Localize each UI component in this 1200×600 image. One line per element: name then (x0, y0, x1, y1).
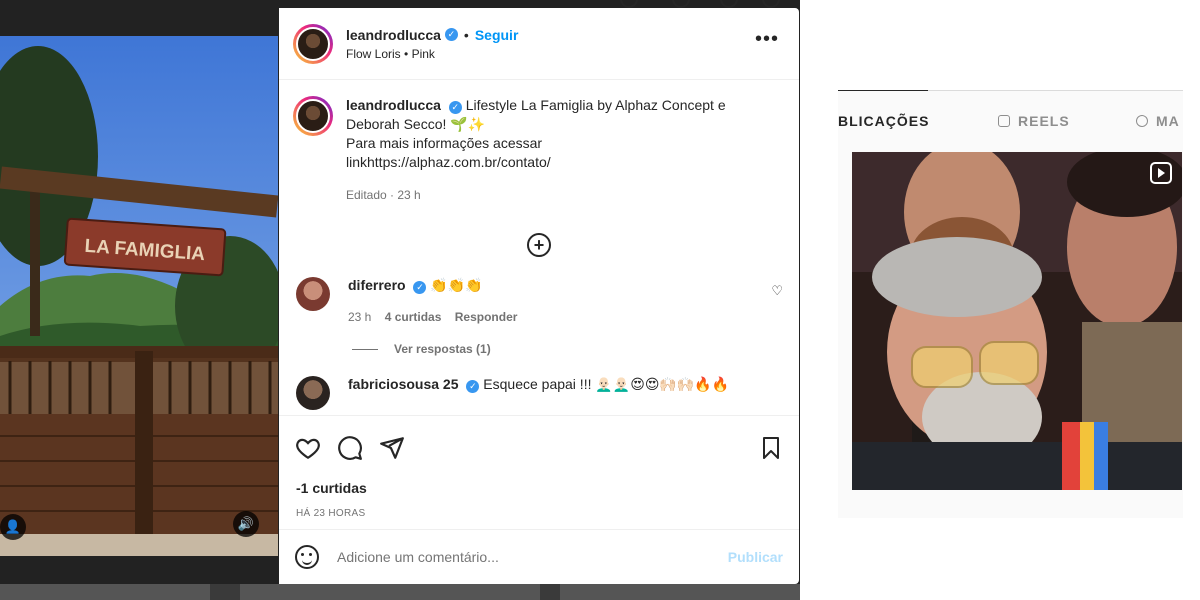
tagged-icon (1136, 115, 1148, 127)
comment-time[interactable]: 23 h (348, 310, 371, 324)
comment-text: Esquece papai !!! 👨🏻‍🦲👨🏻‍🦲😍😍🙌🏻🙌🏻🔥🔥 (483, 376, 730, 392)
caption-avatar[interactable] (293, 96, 333, 136)
tab-label: BLICAÇÕES (838, 113, 930, 129)
audio-artist[interactable]: Pink (412, 47, 435, 61)
caption-username[interactable]: leandrodlucca (346, 97, 441, 113)
reply-button[interactable]: Responder (455, 310, 518, 324)
comment-input[interactable] (337, 549, 728, 565)
caption-meta: Editado · 23 h (346, 188, 421, 202)
verified-icon: ✓ (448, 101, 462, 114)
audio-separator: • (404, 46, 409, 61)
likes-count[interactable]: -1 curtidas (279, 470, 799, 496)
load-more-comments-icon[interactable]: + (527, 233, 551, 257)
audio-title[interactable]: Flow Loris (346, 47, 401, 61)
post-modal: leandrodlucca ✓ • Seguir Flow Loris • Pi… (279, 8, 799, 584)
comment-username[interactable]: fabriciosousa 25 (348, 376, 459, 392)
post-username[interactable]: leandrodlucca (346, 27, 441, 43)
follow-button[interactable]: Seguir (475, 27, 519, 43)
comment-item: fabriciosousa 25 ✓ Esquece papai !!! 👨🏻‍… (279, 376, 799, 410)
comment-likes[interactable]: 4 curtidas (385, 310, 442, 324)
reel-play-icon (1150, 162, 1172, 184)
tab-label: REELS (1018, 113, 1070, 129)
tab-reels[interactable]: REELS (998, 113, 1070, 129)
verified-icon: ✓ (444, 28, 458, 41)
comment-icon[interactable] (337, 435, 363, 466)
active-tab-indicator (838, 90, 928, 91)
like-heart-icon[interactable] (295, 435, 321, 466)
post-actions: -1 curtidas HÁ 23 HORAS (279, 415, 799, 529)
tab-publicacoes[interactable]: BLICAÇÕES (838, 113, 929, 129)
reels-icon (998, 115, 1010, 127)
save-bookmark-icon[interactable] (759, 435, 783, 466)
share-send-icon[interactable] (379, 435, 405, 466)
post-caption: leandrodlucca ✓ Lifestyle La Famiglia by… (279, 80, 799, 205)
tagged-user-icon[interactable]: 👤 (0, 514, 26, 540)
post-timestamp[interactable]: HÁ 23 HORAS (279, 496, 799, 519)
caption-line-2: Para mais informações acessar (346, 135, 543, 151)
post-photo[interactable]: LA FAMIGLIA 👤 🔊 (0, 36, 278, 556)
verified-icon: ✓ (413, 281, 427, 294)
audio-toggle-icon[interactable]: 🔊 (233, 511, 259, 537)
backdrop-thumbnails (0, 584, 800, 600)
audio-info[interactable]: Flow Loris • Pink (346, 47, 518, 61)
comments-section[interactable]: leandrodlucca ✓ Lifestyle La Famiglia by… (279, 80, 799, 415)
avatar[interactable] (293, 23, 333, 64)
caption-link[interactable]: linkhttps://alphaz.com.br/contato/ (346, 153, 766, 172)
publish-button[interactable]: Publicar (728, 549, 783, 565)
comment-item: diferrero ✓ 👏👏👏 23 h 4 curtidas Responde… (279, 277, 799, 324)
post-header: leandrodlucca ✓ • Seguir Flow Loris • Pi… (279, 8, 799, 80)
tab-marcados[interactable]: MA (1136, 113, 1180, 129)
separator-dot: • (463, 26, 469, 43)
view-replies-button[interactable]: Ver respostas (1) (352, 342, 799, 356)
emoji-icon[interactable] (295, 545, 319, 569)
comment-like-icon[interactable]: ♡ (771, 283, 783, 299)
tab-label: MA (1156, 113, 1180, 129)
comment-avatar[interactable] (296, 277, 330, 311)
verified-icon: ✓ (466, 380, 480, 393)
comment-username[interactable]: diferrero (348, 277, 406, 293)
view-replies-label: Ver respostas (1) (394, 342, 491, 356)
comment-text: 👏👏👏 (430, 277, 483, 293)
more-options-icon[interactable]: ••• (755, 29, 779, 49)
comment-avatar[interactable] (296, 376, 330, 410)
top-nav-icons (612, 0, 802, 8)
reel-thumbnail[interactable] (852, 152, 1182, 490)
comment-composer: Publicar (279, 529, 799, 584)
